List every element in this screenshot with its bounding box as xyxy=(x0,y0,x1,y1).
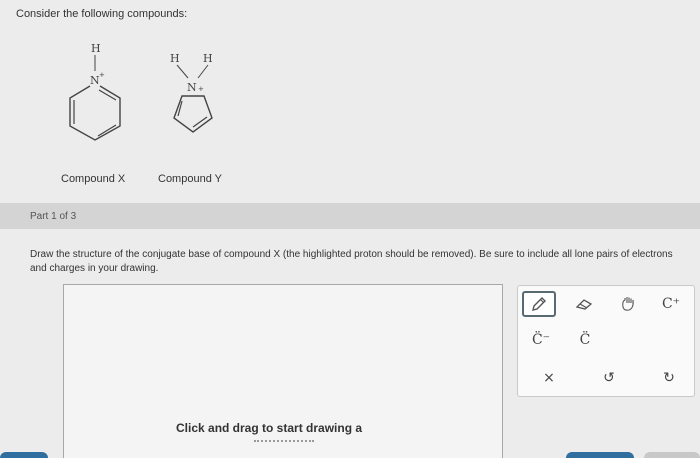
bottom-tab-edge[interactable] xyxy=(644,452,700,458)
drawing-toolbar: C⁺ C̈⁻ C̈ × ↺ ↻ xyxy=(517,285,695,397)
compound-y-h1-atom: H xyxy=(170,52,180,65)
compound-x-charge: + xyxy=(99,71,105,79)
eraser-tool-button[interactable] xyxy=(570,292,598,316)
carbocation-tool-button[interactable]: C⁺ xyxy=(656,292,686,316)
compound-x-h-atom: H xyxy=(91,42,101,55)
canvas-hint-continuation xyxy=(254,440,314,443)
lone-pair-tool-button[interactable]: C̈ xyxy=(570,328,600,352)
drawing-canvas[interactable]: Click and drag to start drawing a xyxy=(63,284,503,458)
compound-y-structure: H H N + xyxy=(170,52,213,133)
compound-y-n-atom: N xyxy=(187,81,197,94)
compound-x-label: Compound X xyxy=(61,173,126,185)
clear-button[interactable]: × xyxy=(534,366,564,390)
part-label: Part 1 of 3 xyxy=(30,211,77,222)
carbanion-tool-button[interactable]: C̈⁻ xyxy=(526,328,556,352)
compound-y-charge: + xyxy=(198,85,204,93)
undo-button[interactable]: ↺ xyxy=(594,366,624,390)
bottom-tab-left[interactable] xyxy=(0,452,48,458)
compound-y-h2-atom: H xyxy=(203,52,213,65)
canvas-hint: Click and drag to start drawing a xyxy=(176,421,363,435)
question-text: Draw the structure of the conjugate base… xyxy=(30,249,673,274)
undo-icon: ↺ xyxy=(603,370,615,386)
glove-icon xyxy=(622,297,634,311)
clear-icon: × xyxy=(543,370,555,386)
glove-tool-button[interactable] xyxy=(614,292,642,316)
eraser-icon xyxy=(575,299,593,310)
carbanion-label: C̈⁻ xyxy=(531,332,551,348)
redo-button[interactable]: ↻ xyxy=(654,366,684,390)
lone-pair-label: C̈ xyxy=(579,332,591,348)
part-header: Part 1 of 3 xyxy=(0,203,700,229)
pencil-icon xyxy=(532,297,546,311)
bottom-tab-right[interactable] xyxy=(566,452,634,458)
compound-x-structure: H N + xyxy=(69,42,121,141)
intro-text: Consider the following compounds: xyxy=(16,8,188,20)
compound-y-label: Compound Y xyxy=(158,173,223,185)
carbocation-label: C⁺ xyxy=(661,296,681,312)
redo-icon: ↻ xyxy=(663,370,675,386)
pencil-tool-button[interactable] xyxy=(522,291,556,317)
